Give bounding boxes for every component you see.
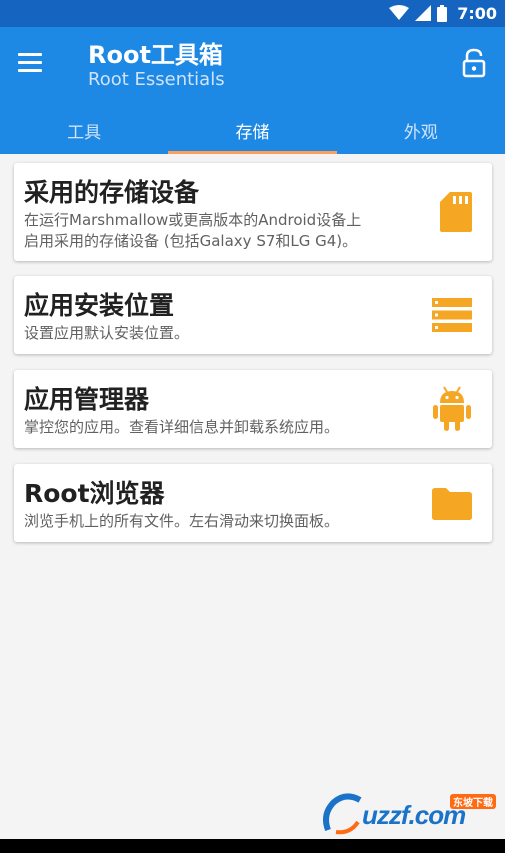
watermark-tag: 东坡下载 bbox=[450, 794, 496, 809]
card-title: 采用的存储设备 bbox=[24, 178, 200, 207]
card-app-manager[interactable]: 应用管理器 掌控您的应用。查看详细信息并卸载系统应用。 bbox=[14, 370, 492, 448]
card-title: 应用安装位置 bbox=[24, 291, 175, 320]
status-time: 7:00 bbox=[457, 3, 497, 23]
sd-card-icon bbox=[440, 192, 472, 232]
card-install-location[interactable]: 应用安装位置 设置应用默认安装位置。 bbox=[14, 276, 492, 354]
card-root-browser[interactable]: Root浏览器 浏览手机上的所有文件。左右滑动来切换面板。 bbox=[14, 464, 492, 542]
status-icons: 7:00 bbox=[389, 3, 497, 23]
card-title: Root浏览器 bbox=[24, 479, 165, 508]
card-description: 启用采用的存储设备 (包括Galaxy S7和LG G4)。 bbox=[24, 232, 358, 250]
card-description: 设置应用默认安装位置。 bbox=[24, 324, 190, 342]
tab-bar: 工具 存储 外观 bbox=[0, 112, 505, 154]
hamburger-line bbox=[18, 68, 42, 72]
card-description: 浏览手机上的所有文件。左右滑动来切换面板。 bbox=[24, 512, 340, 530]
card-adoptable-storage[interactable]: 采用的存储设备 在运行Marshmallow或更高版本的Android设备上 启… bbox=[14, 163, 492, 261]
android-icon bbox=[433, 386, 471, 431]
wifi-icon bbox=[389, 5, 410, 20]
tab-appearance[interactable]: 外观 bbox=[337, 112, 505, 154]
watermark-logo: uzzf.com 东坡下载 bbox=[320, 790, 500, 840]
card-description: 在运行Marshmallow或更高版本的Android设备上 bbox=[24, 211, 362, 229]
tab-tools[interactable]: 工具 bbox=[0, 112, 168, 154]
app-subtitle: Root Essentials bbox=[88, 69, 225, 90]
navigation-bar bbox=[0, 839, 505, 853]
menu-button[interactable] bbox=[18, 47, 52, 77]
storage-list-icon bbox=[432, 298, 472, 332]
watermark-swirl-icon bbox=[323, 793, 362, 835]
app-title: Root工具箱 bbox=[88, 41, 223, 69]
battery-icon bbox=[437, 4, 448, 22]
card-title: 应用管理器 bbox=[24, 385, 150, 414]
app-bar: Root工具箱 Root Essentials 工具 存储 外观 bbox=[0, 27, 505, 154]
hamburger-line bbox=[18, 52, 42, 56]
status-bar: 7:00 bbox=[0, 0, 505, 27]
hamburger-line bbox=[18, 60, 42, 64]
signal-icon bbox=[415, 5, 432, 21]
card-description: 掌控您的应用。查看详细信息并卸载系统应用。 bbox=[24, 418, 340, 436]
unlock-icon[interactable] bbox=[461, 48, 487, 78]
tab-storage[interactable]: 存储 bbox=[168, 112, 337, 154]
folder-icon bbox=[432, 488, 472, 520]
